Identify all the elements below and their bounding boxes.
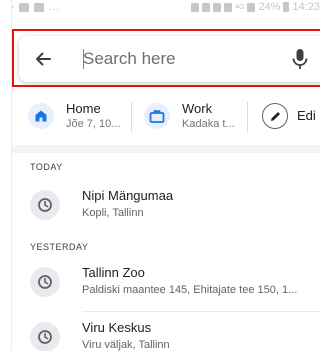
history-item-title: Viru Keskus	[82, 320, 152, 335]
clock-icon	[30, 322, 60, 351]
history-item-address: Paldiski maantee 145, Ehitajate tee 150,…	[82, 284, 298, 296]
maps-search-screen: ... 4G 24% 14:23 Search here Home Jõe 7,…	[0, 0, 320, 351]
battery-icon	[283, 2, 290, 12]
chip-work-address: Kadaka t...	[182, 117, 235, 130]
mute-icon	[213, 2, 222, 12]
shortcut-chips: Home Jõe 7, 10... Work Kadaka t... Edi	[0, 96, 320, 136]
signal-icon	[247, 2, 256, 12]
location-icon	[202, 2, 211, 12]
chip-separator	[247, 102, 248, 132]
status-bar: ... 4G 24% 14:23	[0, 0, 320, 28]
image-icon	[19, 2, 29, 12]
status-bar-system: 4G 24% 14:23	[191, 0, 320, 14]
chip-edit[interactable]: Edi	[262, 96, 316, 136]
pencil-icon	[262, 103, 288, 129]
briefcase-icon	[144, 103, 170, 129]
chip-separator	[131, 102, 132, 132]
battery-percent: 24%	[258, 1, 281, 13]
screen-edge	[0, 0, 12, 351]
history-item-address: Viru väljak, Tallinn	[82, 339, 170, 351]
highlight-frame	[12, 29, 320, 87]
home-icon	[28, 103, 54, 129]
section-label-yesterday: YESTERDAY	[30, 242, 89, 252]
clock-time: 14:23	[292, 1, 320, 13]
chip-home-title: Home	[66, 100, 101, 116]
section-divider	[0, 145, 320, 153]
history-item-title: Nipi Mängumaa	[82, 188, 174, 203]
chip-work-title: Work	[182, 100, 213, 116]
clock-icon	[30, 190, 60, 220]
message-icon	[34, 2, 44, 12]
chip-work[interactable]: Work Kadaka t...	[144, 96, 235, 136]
chip-home-address: Jõe 7, 10...	[66, 117, 121, 130]
history-item[interactable]: Nipi Mängumaa Kopli, Tallinn	[30, 188, 320, 232]
nfc-icon	[224, 2, 233, 12]
chip-edit-title: Edi	[297, 108, 316, 123]
clock-icon	[30, 267, 60, 297]
status-bar-notifications: ...	[6, 2, 60, 12]
list-divider	[82, 311, 320, 312]
history-item-title: Tallinn Zoo	[82, 265, 145, 280]
alarm-icon	[191, 2, 200, 12]
history-item[interactable]: Viru Keskus Viru väljak, Tallinn	[30, 320, 320, 351]
chip-home[interactable]: Home Jõe 7, 10...	[28, 96, 120, 136]
more-notifications: ...	[49, 1, 61, 13]
network-type: 4G	[235, 3, 245, 11]
history-item-address: Kopli, Tallinn	[82, 207, 144, 219]
history-item[interactable]: Tallinn Zoo Paldiski maantee 145, Ehitaj…	[30, 265, 320, 309]
section-label-today: TODAY	[30, 162, 63, 172]
